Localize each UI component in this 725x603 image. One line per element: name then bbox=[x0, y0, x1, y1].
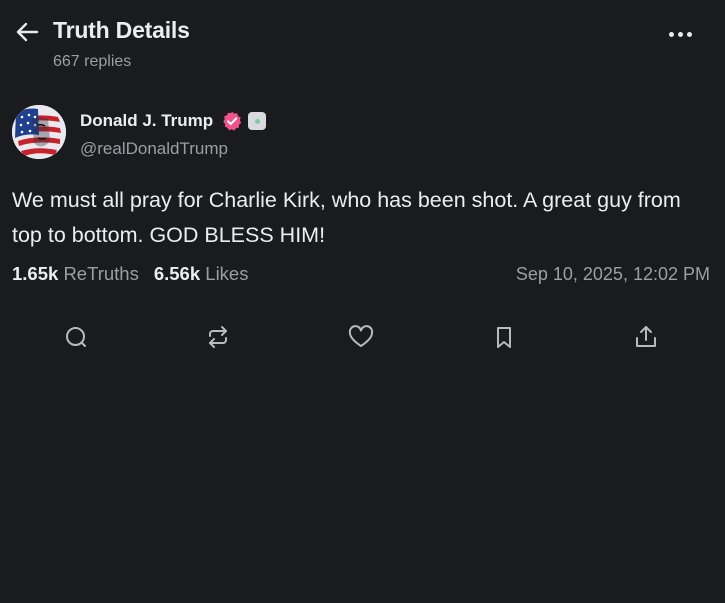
bookmark-icon bbox=[497, 327, 511, 348]
share-icon bbox=[636, 326, 656, 347]
author-handle[interactable]: @realDonaldTrump bbox=[80, 139, 228, 159]
post-stats: 1.65k ReTruths 6.56k Likes bbox=[12, 263, 248, 285]
more-dots-icon bbox=[668, 31, 674, 37]
likes-label: Likes bbox=[205, 263, 249, 284]
heart-icon bbox=[348, 325, 374, 347]
post-timestamp: Sep 10, 2025, 12:02 PM bbox=[515, 264, 710, 284]
page-title: Truth Details bbox=[53, 17, 190, 43]
retruth-button[interactable] bbox=[201, 320, 235, 354]
affiliation-badge-icon bbox=[248, 112, 266, 130]
repost-icon bbox=[209, 326, 227, 348]
retruths-stat[interactable]: 1.65k ReTruths bbox=[12, 263, 139, 285]
share-button[interactable] bbox=[629, 320, 663, 354]
likes-stat[interactable]: 6.56k Likes bbox=[154, 263, 249, 285]
retruths-label: ReTruths bbox=[63, 263, 139, 284]
flag-face-avatar-icon bbox=[12, 105, 66, 159]
likes-count: 6.56k bbox=[153, 263, 201, 284]
back-button[interactable] bbox=[14, 20, 40, 44]
reply-count: 667 replies bbox=[53, 53, 132, 70]
reply-button[interactable] bbox=[59, 320, 93, 354]
bookmark-button[interactable] bbox=[487, 320, 521, 354]
arrow-left-icon bbox=[16, 22, 39, 42]
like-button[interactable] bbox=[344, 320, 378, 354]
header: Truth Details 667 replies bbox=[0, 0, 725, 80]
more-options-button[interactable] bbox=[664, 24, 696, 44]
avatar[interactable] bbox=[12, 105, 66, 159]
post-text: We must all pray for Charlie Kirk, who h… bbox=[12, 188, 681, 247]
chat-bubble-icon bbox=[66, 327, 86, 347]
retruths-count: 1.65k bbox=[12, 263, 59, 284]
author-name[interactable]: Donald J. Trump bbox=[80, 111, 213, 131]
action-bar bbox=[0, 320, 725, 354]
verified-badge-icon bbox=[222, 111, 242, 131]
